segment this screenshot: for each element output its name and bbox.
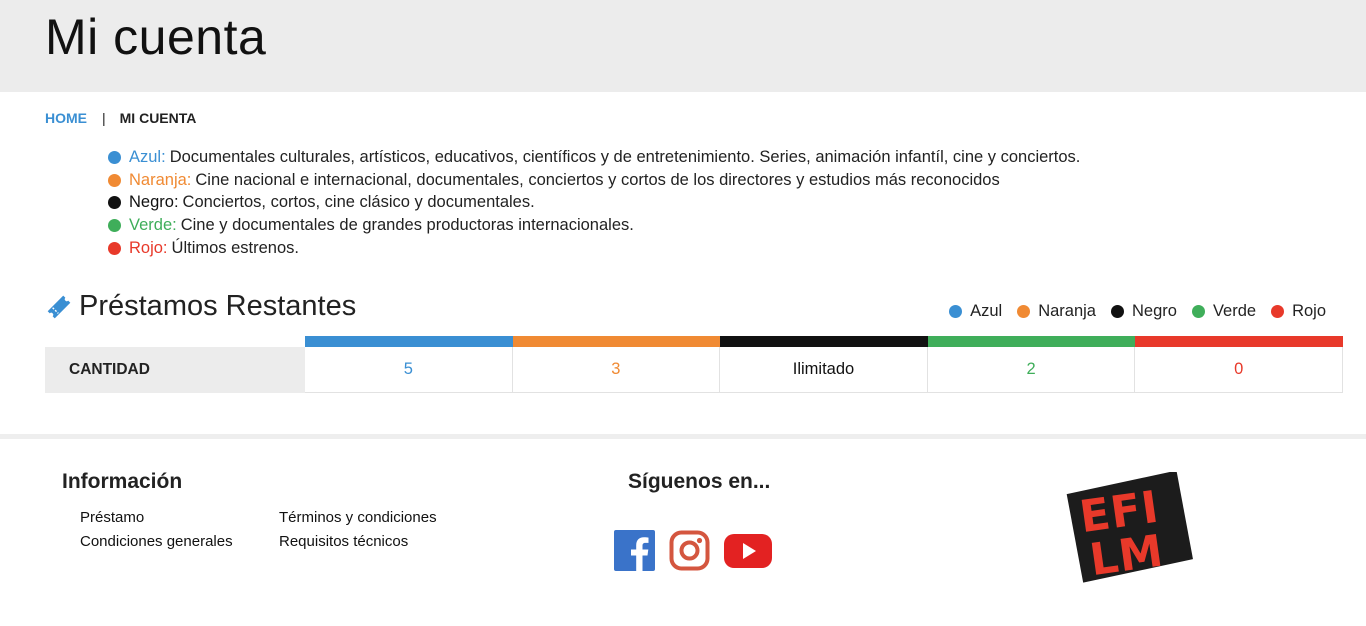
color-legend: Azul Naranja Negro Verde Rojo bbox=[934, 302, 1326, 321]
legend-item-rojo: Rojo bbox=[1271, 302, 1326, 321]
legend-label: Naranja bbox=[1038, 302, 1096, 320]
category-description: Cine y documentales de grandes productor… bbox=[180, 216, 634, 235]
loans-value: Ilimitado bbox=[720, 347, 928, 393]
category-color-dot bbox=[108, 150, 121, 164]
category-item-negro: Negro: Conciertos, cortos, cine clásico … bbox=[108, 192, 1080, 215]
loans-column-negro: Ilimitado bbox=[720, 336, 928, 393]
breadcrumb-home-link[interactable]: HOME bbox=[45, 110, 87, 126]
loans-color-bar bbox=[305, 336, 513, 347]
category-color-dot bbox=[108, 196, 121, 210]
footer-link-requisitos[interactable]: Requisitos técnicos bbox=[279, 533, 408, 550]
facebook-link[interactable] bbox=[614, 530, 655, 576]
facebook-icon bbox=[614, 530, 655, 571]
category-item-azul: Azul: Documentales culturales, artístico… bbox=[108, 146, 1080, 169]
footer-link-prestamo[interactable]: Préstamo bbox=[80, 509, 144, 526]
loans-value: 3 bbox=[512, 347, 721, 393]
page-header: Mi cuenta bbox=[0, 0, 1366, 92]
loans-value: 0 bbox=[1135, 347, 1343, 393]
legend-item-verde: Verde bbox=[1191, 302, 1257, 321]
footer-links-column-1: Préstamo Condiciones generales bbox=[80, 508, 233, 556]
legend-label: Negro bbox=[1131, 302, 1177, 320]
loans-value: 5 bbox=[305, 347, 513, 393]
breadcrumb-separator: | bbox=[102, 110, 106, 126]
instagram-link[interactable] bbox=[669, 530, 710, 576]
loans-title: Préstamos Restantes bbox=[79, 290, 357, 322]
footer-link-terminos[interactable]: Términos y condiciones bbox=[279, 509, 437, 526]
legend-label: Rojo bbox=[1292, 302, 1326, 320]
youtube-icon bbox=[724, 533, 772, 568]
loans-color-bar bbox=[512, 336, 721, 347]
category-description-list: Azul: Documentales culturales, artístico… bbox=[108, 146, 1080, 260]
social-title: Síguenos en... bbox=[628, 470, 771, 493]
category-color-dot bbox=[108, 173, 121, 187]
social-links bbox=[614, 530, 786, 576]
breadcrumb-current: MI CUENTA bbox=[119, 110, 197, 126]
loans-color-bar bbox=[720, 336, 928, 347]
loans-color-bar bbox=[927, 336, 1136, 347]
category-description: Conciertos, cortos, cine clásico y docum… bbox=[182, 193, 535, 212]
loans-value: 2 bbox=[927, 347, 1136, 393]
footer-divider bbox=[0, 434, 1366, 439]
footer-links-column-2: Términos y condiciones Requisitos técnic… bbox=[279, 508, 437, 556]
category-color-dot bbox=[108, 219, 121, 233]
legend-dot bbox=[1110, 305, 1124, 318]
footer-info-title: Información bbox=[62, 470, 183, 493]
legend-dot bbox=[1017, 305, 1031, 318]
category-name: Negro: bbox=[129, 193, 179, 212]
category-color-dot bbox=[108, 241, 121, 255]
page-title: Mi cuenta bbox=[45, 9, 267, 65]
legend-label: Verde bbox=[1212, 302, 1257, 320]
efilm-logo: EFI LM bbox=[1066, 472, 1193, 584]
category-description: Últimos estrenos. bbox=[171, 238, 299, 257]
category-name: Verde: bbox=[129, 216, 177, 235]
footer-link-condiciones-generales[interactable]: Condiciones generales bbox=[80, 533, 233, 550]
loans-color-bar bbox=[1135, 336, 1343, 347]
legend-dot bbox=[1271, 305, 1285, 318]
category-name: Azul: bbox=[129, 147, 166, 166]
category-description: Cine nacional e internacional, documenta… bbox=[195, 170, 1000, 189]
loans-table: CANTIDAD 5 3 Ilimitado 2 0 bbox=[45, 336, 1343, 393]
loans-column-naranja: 3 bbox=[512, 336, 721, 393]
instagram-icon bbox=[669, 530, 710, 571]
loans-row-label: CANTIDAD bbox=[45, 347, 305, 393]
legend-dot bbox=[1191, 305, 1205, 318]
category-item-verde: Verde: Cine y documentales de grandes pr… bbox=[108, 214, 1080, 237]
loans-section-title: Préstamos Restantes bbox=[45, 290, 356, 323]
youtube-link[interactable] bbox=[724, 533, 772, 574]
legend-label: Azul bbox=[970, 302, 1003, 320]
category-item-rojo: Rojo: Últimos estrenos. bbox=[108, 237, 1080, 260]
breadcrumb: HOME | MI CUENTA bbox=[45, 110, 196, 126]
category-name: Rojo: bbox=[129, 238, 168, 257]
loans-column-rojo: 0 bbox=[1135, 336, 1343, 393]
category-item-naranja: Naranja: Cine nacional e internacional, … bbox=[108, 169, 1080, 192]
svg-text:LM: LM bbox=[1087, 525, 1167, 584]
loans-column-azul: 5 bbox=[305, 336, 513, 393]
category-description: Documentales culturales, artísticos, edu… bbox=[169, 147, 1081, 166]
legend-dot bbox=[949, 305, 963, 318]
legend-item-azul: Azul bbox=[949, 302, 1002, 321]
loans-column-verde: 2 bbox=[927, 336, 1136, 393]
legend-item-negro: Negro bbox=[1110, 302, 1177, 321]
ticket-icon bbox=[47, 295, 71, 318]
legend-item-naranja: Naranja bbox=[1017, 302, 1096, 321]
category-name: Naranja: bbox=[129, 170, 192, 189]
